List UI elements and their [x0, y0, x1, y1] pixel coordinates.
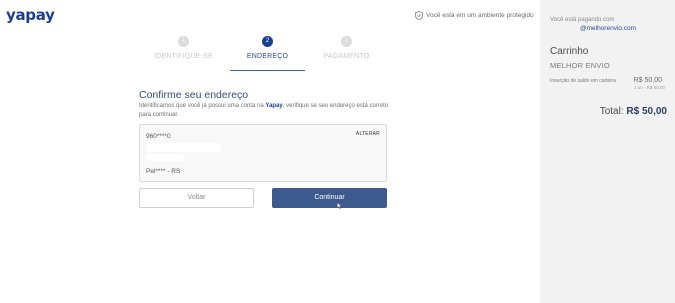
yapay-logo: yapay [6, 6, 55, 24]
address-city: Pel**** - RS [146, 168, 181, 175]
step-label: PAGAMENTO [323, 53, 370, 60]
order-summary-sidebar: Você está pagando com @melhorenvio.com C… [540, 0, 675, 303]
address-cep: 960****0 [146, 133, 171, 140]
step-label: ENDEREÇO [246, 53, 289, 60]
cart-item-name: Inserção de saldo em carteira [550, 78, 616, 84]
step-number: 2 [262, 36, 273, 47]
cart-item-quantity: 1 un · R$ 50,00 [633, 85, 665, 90]
mouse-pointer-icon [337, 202, 342, 209]
total-value: R$ 50,00 [626, 106, 667, 117]
cart-item-price: R$ 50,00 [633, 77, 662, 84]
secure-notice-text: Você está em um ambiente protegido [426, 12, 534, 19]
address-card: 960****0 ALTERAR Pel**** - RS [139, 124, 387, 182]
address-number-redacted [146, 154, 184, 161]
carrier-name: MELHOR ENVIO [550, 61, 610, 70]
merchant-email: @melhorenvio.com [580, 25, 637, 32]
step-identify: 1 IDENTIFIQUE-SE [142, 36, 225, 72]
step-payment: 3 PAGAMENTO [305, 36, 388, 72]
shield-check-icon [415, 11, 423, 20]
description-brand: Yapay [265, 103, 283, 109]
description-text: Identificamos que você já possui uma con… [139, 103, 266, 109]
secure-notice: Você está em um ambiente protegido [415, 11, 534, 20]
step-number: 1 [178, 36, 189, 47]
total-label: Total: [599, 106, 624, 117]
back-button[interactable]: Voltar [139, 188, 254, 208]
active-step-underline [230, 70, 305, 71]
cart-title: Carrinho [550, 46, 589, 57]
continue-button[interactable]: Continuar [272, 188, 387, 208]
step-address: 2 ENDEREÇO [226, 36, 309, 72]
step-number: 3 [341, 36, 352, 47]
confirm-description: Identificamos que você já possui uma con… [139, 102, 389, 119]
checkout-main: yapay Você está em um ambiente protegido… [0, 0, 540, 303]
order-total: Total: R$ 50,00 [600, 106, 667, 117]
address-street-redacted [146, 143, 221, 152]
change-address-link[interactable]: ALTERAR [356, 131, 380, 137]
paying-label: Você está pagando com [550, 17, 615, 23]
step-label: IDENTIFIQUE-SE [154, 53, 213, 60]
page-title: Confirme seu endereço [139, 89, 249, 101]
checkout-stepper: 1 IDENTIFIQUE-SE 2 ENDEREÇO 3 PAGAMENTO [139, 36, 387, 72]
